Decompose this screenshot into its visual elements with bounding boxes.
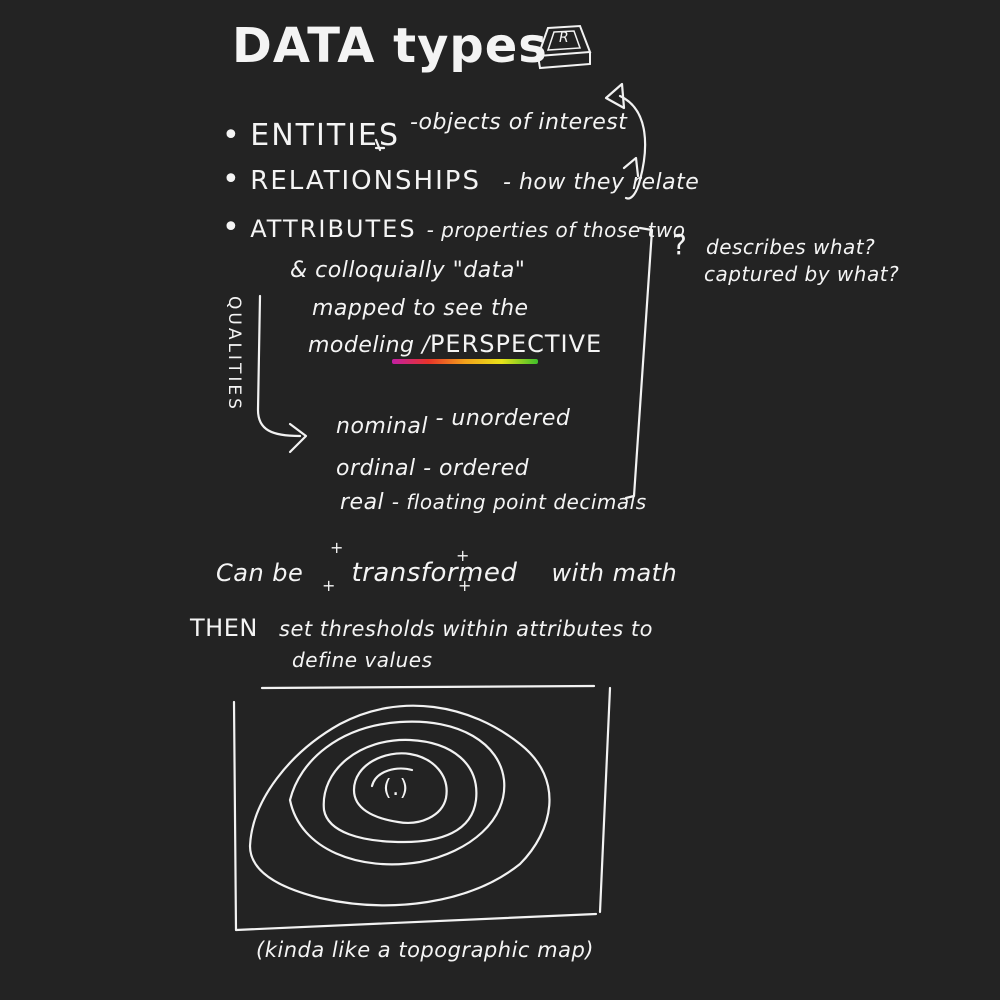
qualities-arrow bbox=[256, 294, 302, 438]
contour-line bbox=[248, 704, 551, 907]
contour-line bbox=[352, 752, 448, 824]
contour-line bbox=[322, 738, 478, 844]
loop-arrow bbox=[618, 94, 647, 200]
arrowhead bbox=[622, 156, 640, 178]
sketch-strokes bbox=[232, 82, 654, 932]
contour-line bbox=[370, 767, 414, 788]
arrowhead bbox=[288, 422, 308, 454]
right-bracket bbox=[624, 226, 654, 500]
